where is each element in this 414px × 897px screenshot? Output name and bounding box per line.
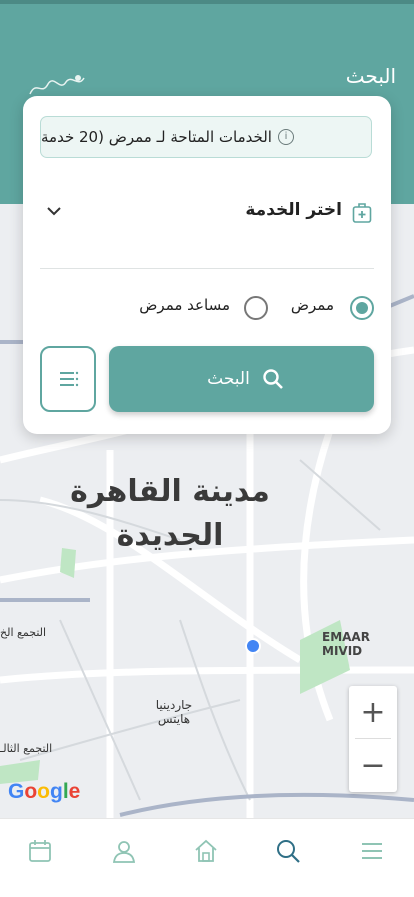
search-button-label: البحث <box>207 369 250 389</box>
nav-menu[interactable] <box>352 831 392 871</box>
current-location-marker <box>245 638 261 654</box>
map-label-gardenia: جاردينيا هايتس <box>155 698 193 726</box>
radio-nurse-label[interactable]: ممرض <box>291 296 334 314</box>
map-label-tagamoa-bottom: التجمع الثالـ <box>0 742 53 755</box>
nav-profile[interactable] <box>104 831 144 871</box>
calendar-icon <box>29 840 51 862</box>
provider-type-options: ممرض مساعد ممرض <box>40 292 374 328</box>
bottom-nav <box>0 818 414 897</box>
filter-button[interactable] <box>40 346 96 412</box>
service-select[interactable]: اختر الخدمة <box>40 196 372 232</box>
info-icon: i <box>277 129 294 145</box>
list-filter-icon <box>60 371 79 387</box>
radio-nurse[interactable] <box>350 296 374 320</box>
radio-assistant-nurse[interactable] <box>244 296 268 320</box>
chevron-down-icon <box>47 207 61 216</box>
search-button[interactable]: البحث <box>109 346 374 412</box>
search-card: i الخدمات المتاحة لـ ممرض (20 خدمة اختر … <box>23 96 391 434</box>
search-icon <box>277 840 300 863</box>
zoom-out-button[interactable]: − <box>349 739 397 791</box>
google-logo: Google <box>8 780 81 803</box>
nav-calendar[interactable] <box>20 831 60 871</box>
service-select-label: اختر الخدمة <box>245 200 342 220</box>
available-services-text: الخدمات المتاحة لـ ممرض (20 خدمة <box>41 128 272 146</box>
nav-search[interactable] <box>268 831 308 871</box>
nav-home[interactable] <box>186 831 226 871</box>
medical-bag-icon <box>352 203 372 223</box>
search-icon <box>263 369 283 389</box>
map-label-tagamoa-top: التجمع الخ <box>0 626 47 639</box>
map-label-emaar: EMAAR MIVID <box>322 630 370 658</box>
available-services-info: i الخدمات المتاحة لـ ممرض (20 خدمة <box>40 116 372 158</box>
map-zoom-controls: + − <box>349 686 397 792</box>
radio-assistant-nurse-label[interactable]: مساعد ممرض <box>139 296 230 314</box>
divider <box>40 268 374 269</box>
status-bar <box>0 0 414 4</box>
menu-icon <box>362 843 382 859</box>
zoom-in-button[interactable]: + <box>349 686 397 738</box>
user-icon <box>112 841 136 863</box>
map-city-label: مدينة القاهرة الجديدة <box>70 474 270 553</box>
home-icon <box>195 839 217 862</box>
page-title: البحث <box>345 64 396 88</box>
